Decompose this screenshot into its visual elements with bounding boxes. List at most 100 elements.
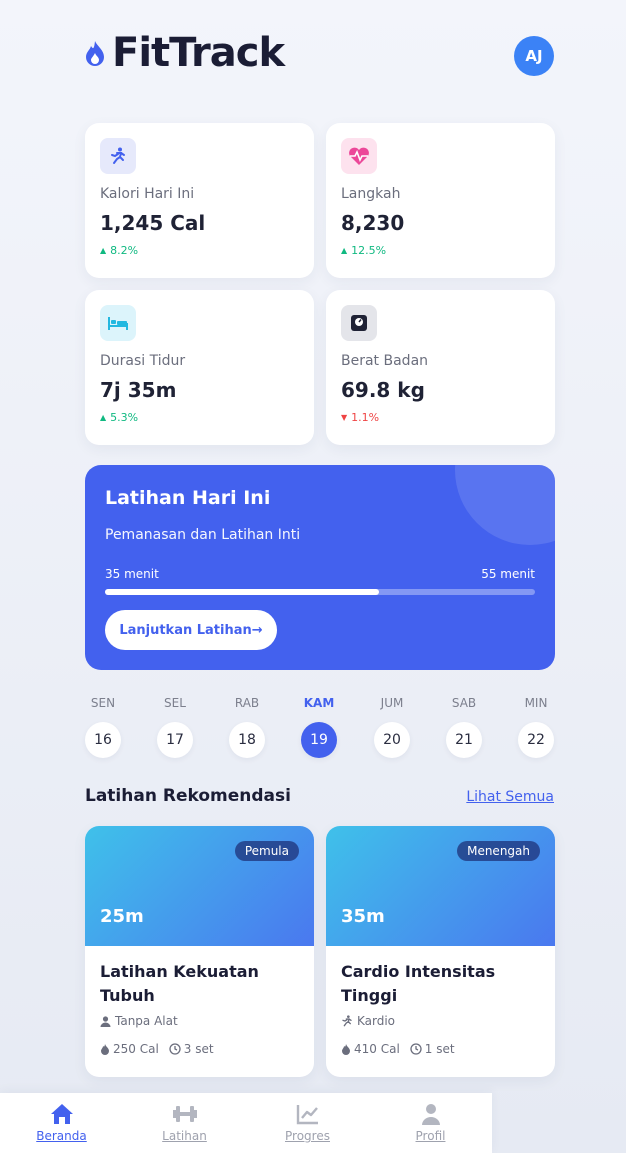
user-icon [421,1104,440,1125]
day-name: SEN [90,696,116,710]
bottom-nav: Beranda Latihan Progres Profil [0,1093,492,1153]
card-title: Cardio Intensitas Tinggi [341,962,496,1005]
stat-card-steps[interactable]: Langkah 8,230 ▲ 12.5% [326,123,555,278]
stat-label: Kalori Hari Ini [100,186,195,202]
card-title: Latihan Kekuatan Tubuh [100,962,259,1005]
stat-label: Durasi Tidur [100,353,186,369]
nav-label: Beranda [36,1129,87,1143]
dumbbell-icon [172,1106,197,1122]
day-number[interactable]: 21 [446,722,482,758]
day-item[interactable]: JUM 20 [374,696,410,758]
heartbeat-icon [341,138,377,174]
app-name: FitTrack [112,30,285,76]
running-icon [342,1015,352,1027]
caret-down-icon: ▼ [341,413,348,422]
flame-icon [101,1043,109,1055]
clock-icon [169,1043,181,1055]
workout-progress-bar [105,589,535,595]
stat-card-sleep[interactable]: Durasi Tidur 7j 35m ▲ 5.3% [85,290,314,445]
day-item[interactable]: MIN 22 [518,696,554,758]
day-name: SEL [164,696,186,710]
card-meta: Kardio [341,1014,546,1028]
nav-item-workouts[interactable]: Latihan [123,1093,246,1153]
sets: 1 set [424,1042,455,1056]
day-name: KAM [303,696,335,710]
day-item-active[interactable]: KAM 19 [301,696,337,758]
day-number[interactable]: 17 [157,722,193,758]
recommendation-card[interactable]: Menengah 35m Cardio Intensitas Tinggi Ka… [326,826,555,1077]
day-number[interactable]: 18 [229,722,265,758]
continue-workout-button[interactable]: Lanjutkan Latihan → [105,610,277,650]
stat-label: Berat Badan [341,353,429,369]
caret-up-icon: ▲ [100,413,107,422]
chart-line-icon [296,1105,318,1125]
duration: 35m [341,906,385,927]
see-all-link[interactable]: Lihat Semua [466,789,554,805]
day-item[interactable]: SAB 21 [446,696,482,758]
calories: 250 Cal [113,1042,159,1056]
day-item[interactable]: RAB 18 [229,696,265,758]
stat-change: ▲ 5.3% [100,411,139,424]
level-badge: Menengah [457,841,540,861]
clock-icon [410,1043,422,1055]
stat-value: 69.8 kg [341,378,425,402]
progress-current: 35 menit [105,567,159,581]
progress-total: 55 menit [481,567,535,581]
stat-card-weight[interactable]: Berat Badan 69.8 kg ▼ 1.1% [326,290,555,445]
stat-change: ▲ 8.2% [100,244,139,257]
user-icon [100,1015,111,1027]
stat-value: 7j 35m [100,378,177,402]
day-number[interactable]: 20 [374,722,410,758]
bed-icon [100,305,136,341]
nav-item-progress[interactable]: Progres [246,1093,369,1153]
header: FitTrack AJ [84,30,556,80]
stat-change: ▲ 12.5% [341,244,387,257]
calories: 410 Cal [354,1042,400,1056]
duration: 25m [100,906,144,927]
button-label: Lanjutkan Latihan [119,622,252,638]
day-number[interactable]: 19 [301,722,337,758]
arrow-right-icon: → [251,622,263,638]
card-banner: Menengah 35m [326,826,555,946]
running-icon [100,138,136,174]
day-item[interactable]: SEL 17 [157,696,193,758]
day-name: JUM [380,696,404,710]
nav-item-home[interactable]: Beranda [0,1093,123,1153]
day-name: SAB [451,696,477,710]
stat-card-calories[interactable]: Kalori Hari Ini 1,245 Cal ▲ 8.2% [85,123,314,278]
flame-icon [86,41,104,66]
scale-icon [341,305,377,341]
decorative-circle [455,465,555,545]
day-name: RAB [234,696,260,710]
card-stats: 250 Cal 3 set [100,1042,305,1056]
section-title: Latihan Rekomendasi [85,786,291,806]
nav-item-profile[interactable]: Profil [369,1093,492,1153]
stat-value: 1,245 Cal [100,211,206,235]
card-stats: 410 Cal 1 set [341,1042,546,1056]
sets: 3 set [183,1042,214,1056]
workout-subtitle: Pemanasan dan Latihan Inti [105,527,301,543]
day-number[interactable]: 16 [85,722,121,758]
stat-change: ▼ 1.1% [341,411,380,424]
caret-up-icon: ▲ [341,246,348,255]
nav-label: Latihan [162,1129,207,1143]
nav-label: Profil [415,1129,446,1143]
stat-value: 8,230 [341,211,405,235]
logo[interactable]: FitTrack [84,30,285,76]
home-icon [50,1104,73,1124]
card-banner: Pemula 25m [85,826,314,946]
workout-title: Latihan Hari Ini [105,487,271,509]
avatar[interactable]: AJ [514,36,554,76]
card-meta: Tanpa Alat [100,1014,305,1028]
day-selector: SEN 16 SEL 17 RAB 18 KAM 19 JUM 20 SAB 2… [85,696,555,762]
today-workout-card: Latihan Hari Ini Pemanasan dan Latihan I… [85,465,555,670]
level-badge: Pemula [234,841,299,861]
day-name: MIN [524,696,548,710]
workout-progress-fill [105,589,379,595]
day-number[interactable]: 22 [518,722,554,758]
stat-label: Langkah [341,186,401,202]
nav-label: Progres [285,1129,330,1143]
recommendation-card[interactable]: Pemula 25m Latihan Kekuatan Tubuh Tanpa … [85,826,314,1077]
flame-icon [342,1043,350,1055]
day-item[interactable]: SEN 16 [85,696,121,758]
